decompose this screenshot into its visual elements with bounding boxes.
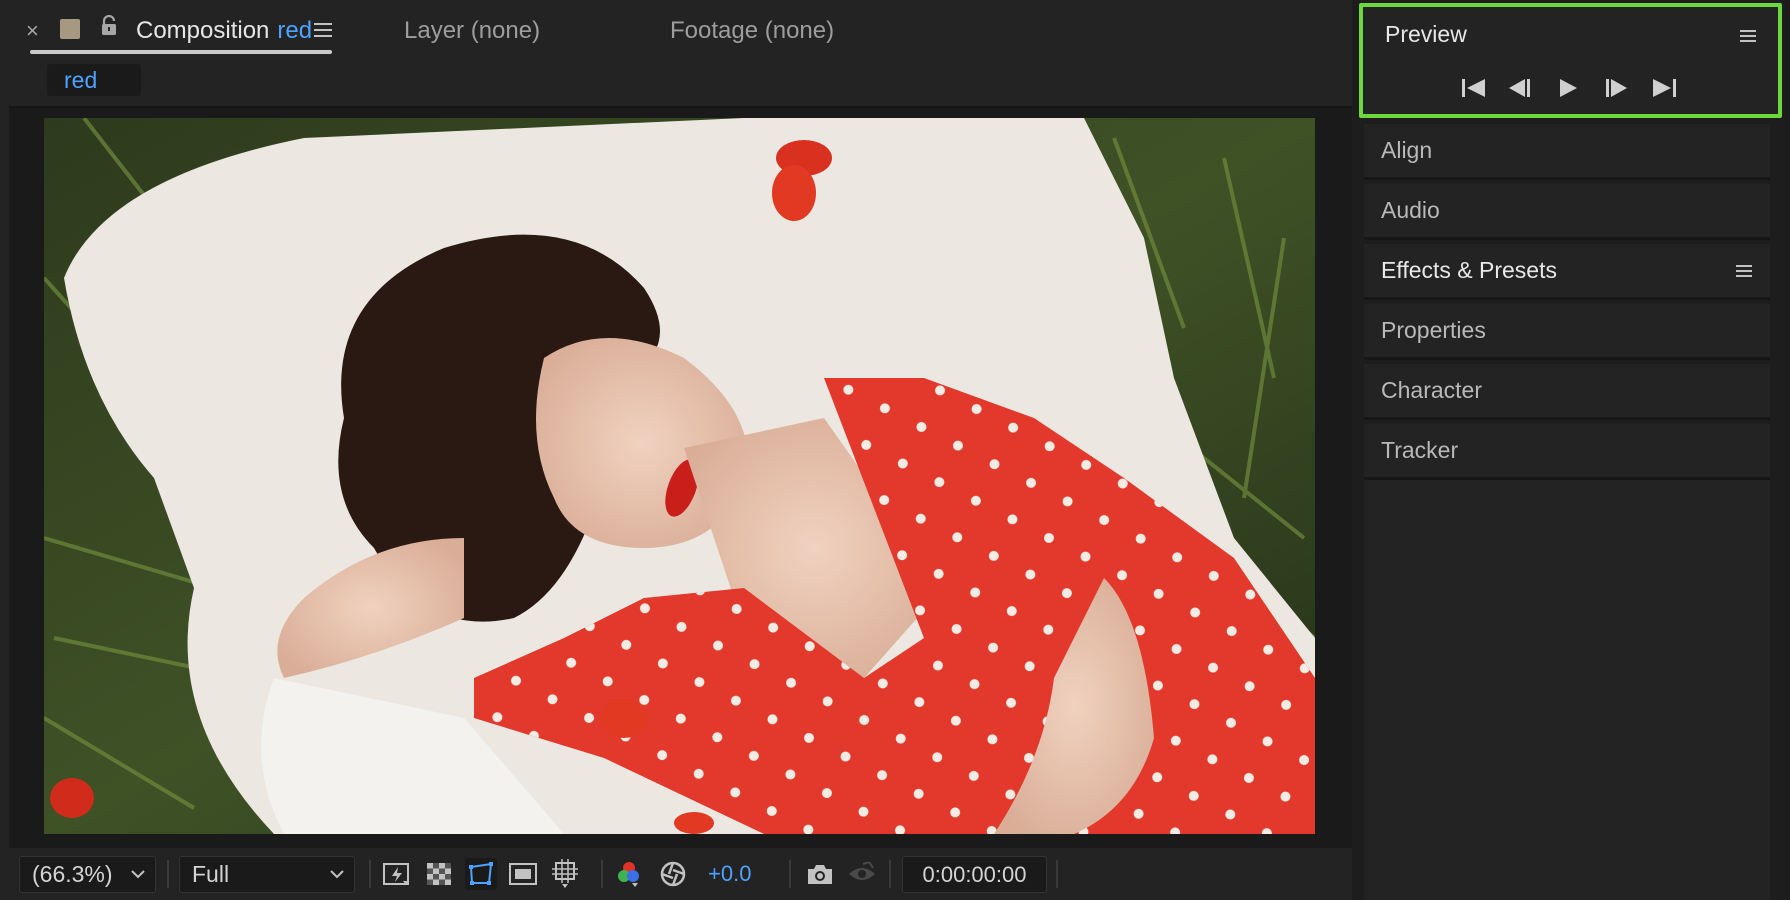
toolbar-separator <box>369 860 371 888</box>
panel-menu-icon[interactable] <box>1736 264 1752 278</box>
play-icon[interactable] <box>1553 77 1583 99</box>
composition-frame-image[interactable] <box>44 118 1315 834</box>
empty-panel-area <box>1364 480 1770 900</box>
comp-color-swatch[interactable] <box>60 19 80 39</box>
properties-panel-label: Properties <box>1381 317 1486 343</box>
tab-composition[interactable]: Composition red <box>136 14 312 48</box>
active-tab-underline <box>30 50 332 54</box>
audio-panel-label: Audio <box>1381 197 1440 223</box>
toolbar-separator <box>789 860 791 888</box>
right-panel-column: Preview Align Audio Effects & Presets Pr… <box>1352 0 1790 900</box>
properties-panel-tab[interactable]: Properties <box>1364 304 1770 360</box>
chevron-down-icon <box>131 870 145 879</box>
preview-panel: Preview <box>1359 3 1782 118</box>
character-panel-label: Character <box>1381 377 1482 403</box>
mask-path-icon[interactable] <box>465 858 497 890</box>
toolbar-separator <box>167 860 169 888</box>
panel-menu-icon[interactable] <box>1740 29 1756 48</box>
comp-navigator-button[interactable]: red <box>47 64 141 96</box>
grid-guides-icon[interactable] <box>549 858 581 890</box>
tab-footage[interactable]: Footage (none) <box>670 14 834 48</box>
snapshot-camera-icon[interactable] <box>804 858 836 890</box>
tab-composition-label: Composition <box>136 17 270 44</box>
align-panel-label: Align <box>1381 137 1433 163</box>
preview-title[interactable]: Preview <box>1385 21 1467 48</box>
composition-panel: × Composition red Layer (none) Footage (n… <box>0 0 1352 900</box>
magnification-value: (66.3%) <box>32 861 113 887</box>
exposure-value[interactable]: +0.0 <box>708 861 751 887</box>
tab-composition-name: red <box>277 17 313 44</box>
audio-panel-tab[interactable]: Audio <box>1364 184 1770 240</box>
region-of-interest-icon[interactable] <box>507 858 539 890</box>
transparency-grid-icon[interactable] <box>423 858 455 890</box>
viewer-toolbar: (66.3%) Full +0.0 0:00:00:00 <box>9 848 1352 900</box>
current-time-display[interactable]: 0:00:00:00 <box>902 856 1047 893</box>
last-frame-icon[interactable] <box>1649 77 1679 99</box>
toolbar-separator <box>889 860 891 888</box>
fast-previews-icon[interactable] <box>381 858 413 890</box>
chevron-down-icon <box>330 870 344 879</box>
show-snapshot-icon[interactable] <box>846 858 878 890</box>
color-channels-icon[interactable] <box>613 858 645 890</box>
first-frame-icon[interactable] <box>1459 77 1489 99</box>
toolbar-separator <box>601 860 603 888</box>
effects-presets-panel-tab[interactable]: Effects & Presets <box>1364 244 1770 300</box>
previous-frame-icon[interactable] <box>1505 77 1535 99</box>
panel-menu-icon[interactable] <box>314 22 332 43</box>
panel-tab-bar: × Composition red Layer (none) Footage (n… <box>0 0 1352 60</box>
reset-exposure-icon[interactable] <box>657 858 689 890</box>
toolbar-separator <box>1056 860 1058 888</box>
close-icon[interactable]: × <box>26 14 39 48</box>
next-frame-icon[interactable] <box>1601 77 1631 99</box>
resolution-value: Full <box>192 861 230 887</box>
tracker-panel-label: Tracker <box>1381 437 1459 463</box>
tracker-panel-tab[interactable]: Tracker <box>1364 424 1770 480</box>
comp-navigator-label: red <box>64 66 98 93</box>
tab-layer[interactable]: Layer (none) <box>404 14 540 48</box>
resolution-dropdown[interactable]: Full <box>179 856 355 893</box>
magnification-dropdown[interactable]: (66.3%) <box>19 856 156 893</box>
preview-transport-controls <box>1459 77 1679 99</box>
effects-presets-panel-label: Effects & Presets <box>1381 257 1557 283</box>
align-panel-tab[interactable]: Align <box>1364 124 1770 180</box>
lock-icon[interactable] <box>100 14 118 42</box>
character-panel-tab[interactable]: Character <box>1364 364 1770 420</box>
